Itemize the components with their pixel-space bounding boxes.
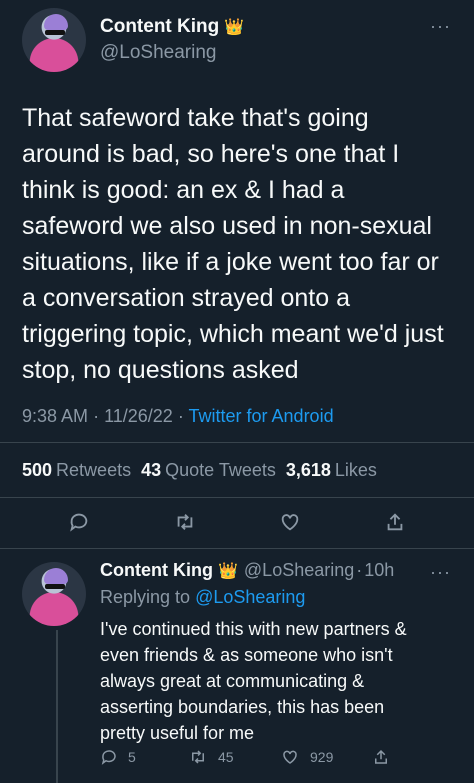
- avatar[interactable]: [22, 8, 86, 72]
- reply-author-name[interactable]: Content King: [100, 560, 213, 581]
- tweet-time[interactable]: 9:38 AM: [22, 406, 88, 426]
- share-icon[interactable]: [382, 509, 408, 535]
- like-icon[interactable]: [277, 509, 303, 535]
- reply-icon[interactable]: [66, 509, 92, 535]
- divider: [0, 442, 474, 443]
- divider: [0, 497, 474, 498]
- reply-separator: ·: [356, 560, 363, 580]
- tweet-text: That safeword take that's going around i…: [22, 104, 444, 384]
- author-name[interactable]: Content King: [100, 16, 219, 38]
- quotes-count: 43: [141, 460, 162, 480]
- author-handle[interactable]: @LoShearing: [100, 42, 216, 64]
- retweets-count: 500: [22, 460, 53, 480]
- reply-replies[interactable]: 5: [100, 748, 136, 766]
- crown-icon: 👑: [224, 19, 245, 36]
- reply-likes[interactable]: 929: [280, 748, 333, 766]
- replying-handle-link[interactable]: @LoShearing: [195, 587, 305, 607]
- reply-likes-count: 929: [310, 749, 334, 765]
- share-icon: [375, 749, 387, 764]
- reply-avatar[interactable]: [22, 562, 86, 626]
- likes-label: Likes: [334, 460, 377, 480]
- avatar-hair: [44, 14, 68, 30]
- avatar-hair: [44, 568, 68, 584]
- quotes-stat[interactable]: 43 Quote Tweets: [141, 460, 276, 481]
- replying-prefix: Replying to: [100, 587, 191, 607]
- tweet-meta: 9:38 AM · 11/26/22 · Twitter for Android: [22, 406, 334, 427]
- retweets-label: Retweets: [56, 460, 132, 480]
- reply-share[interactable]: [372, 748, 390, 766]
- reply-icon: [101, 750, 116, 765]
- reply-author-handle[interactable]: @LoShearing: [244, 560, 354, 581]
- retweet-icon: [192, 750, 204, 764]
- tweet-action-bar: [0, 505, 474, 541]
- reply-header: Content King 👑 @LoShearing · 10h: [100, 560, 460, 581]
- tweet-source[interactable]: Twitter for Android: [189, 406, 334, 426]
- reply-age[interactable]: 10h: [364, 560, 394, 581]
- replying-to: Replying to @LoShearing: [100, 587, 460, 608]
- reply-retweets[interactable]: 45: [188, 748, 234, 766]
- divider: [0, 548, 474, 549]
- likes-stat[interactable]: 3,618 Likes: [286, 460, 377, 481]
- reply-retweets-count: 45: [218, 749, 234, 765]
- thread-line: [56, 630, 58, 783]
- reply-tweet[interactable]: Content King 👑 @LoShearing · 10h Replyin…: [100, 560, 460, 746]
- tweet-date[interactable]: 11/26/22: [104, 406, 173, 426]
- reply-replies-count: 5: [128, 749, 136, 765]
- retweet-icon[interactable]: [172, 509, 198, 535]
- crown-icon: 👑: [217, 563, 238, 580]
- avatar-glasses: [45, 584, 65, 589]
- retweets-stat[interactable]: 500 Retweets: [22, 460, 131, 481]
- reply-action-bar: 5 45 929: [100, 748, 400, 772]
- meta-separator: ·: [177, 406, 184, 426]
- meta-separator: ·: [93, 406, 100, 426]
- quotes-label: Quote Tweets: [165, 460, 276, 480]
- avatar-glasses: [45, 30, 65, 35]
- likes-count: 3,618: [285, 460, 331, 480]
- reply-text: I've continued this with new partners & …: [100, 619, 407, 743]
- like-icon: [283, 750, 297, 764]
- author-row: Content King 👑: [100, 16, 244, 38]
- tweet-stats: 500 Retweets 43 Quote Tweets 3,618 Likes: [22, 460, 377, 481]
- more-options-icon[interactable]: ···: [430, 16, 451, 37]
